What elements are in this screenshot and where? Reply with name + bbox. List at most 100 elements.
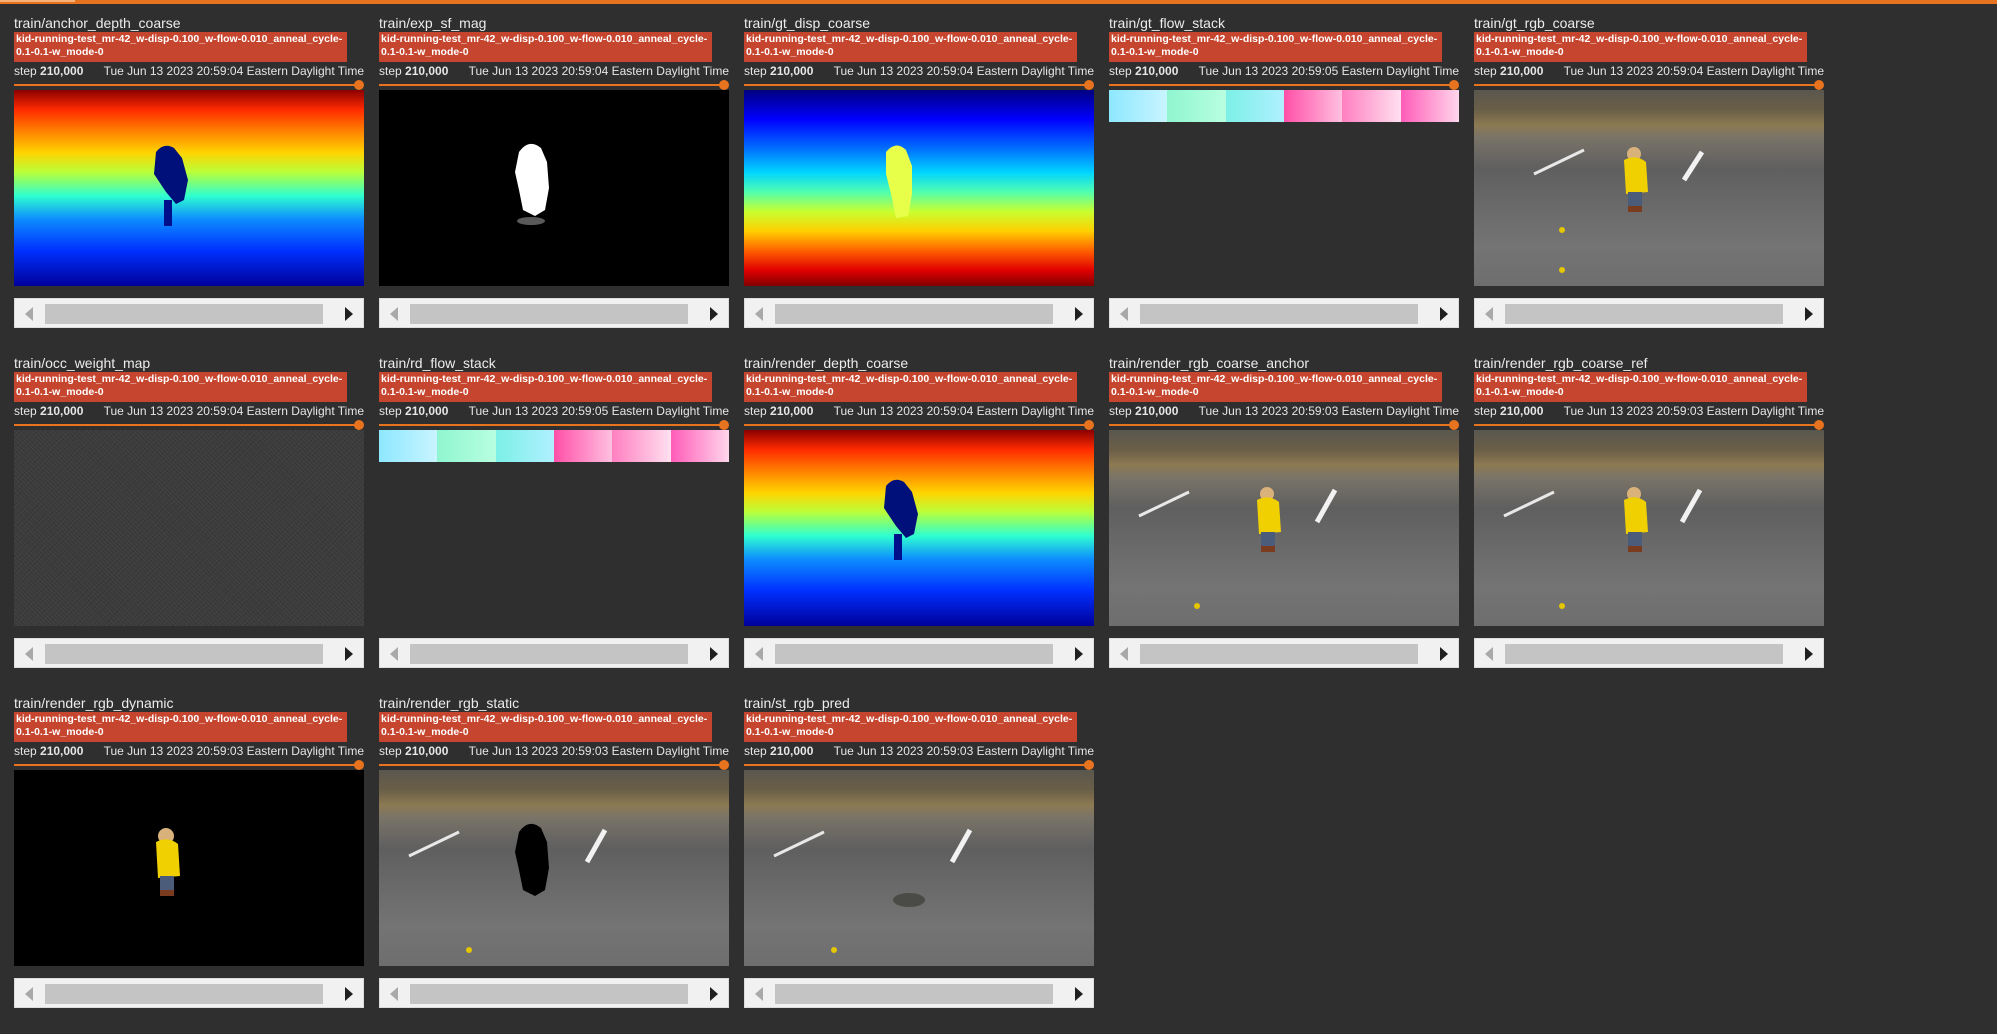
scroll-left-icon[interactable] — [755, 987, 763, 1001]
slider-knob[interactable] — [1449, 420, 1459, 430]
slider-knob[interactable] — [1084, 80, 1094, 90]
slider-knob[interactable] — [719, 760, 729, 770]
slider-knob[interactable] — [354, 420, 364, 430]
image-scrollbar[interactable] — [744, 978, 1094, 1008]
step-value: 210,000 — [40, 744, 84, 758]
card-image — [1109, 430, 1459, 626]
scroll-left-icon[interactable] — [755, 647, 763, 661]
slider-knob[interactable] — [1449, 80, 1459, 90]
image-scrollbar[interactable] — [14, 638, 364, 668]
scroll-right-icon[interactable] — [1075, 647, 1083, 661]
scroll-right-icon[interactable] — [345, 987, 353, 1001]
step-slider[interactable] — [744, 80, 1094, 90]
card-meta: step 210,000 Tue Jun 13 2023 20:59:04 Ea… — [14, 404, 364, 418]
scroll-thumb[interactable] — [410, 304, 688, 324]
step-slider[interactable] — [1109, 420, 1459, 430]
step-slider[interactable] — [379, 420, 729, 430]
scroll-right-icon[interactable] — [710, 987, 718, 1001]
scroll-thumb[interactable] — [410, 984, 688, 1004]
scroll-right-icon[interactable] — [1075, 307, 1083, 321]
timestamp: Tue Jun 13 2023 20:59:04 Eastern Dayligh… — [103, 404, 364, 418]
slider-knob[interactable] — [1084, 420, 1094, 430]
scroll-thumb[interactable] — [45, 304, 323, 324]
scroll-left-icon[interactable] — [390, 987, 398, 1001]
scroll-left-icon[interactable] — [390, 307, 398, 321]
image-scrollbar[interactable] — [744, 298, 1094, 328]
card-image — [1474, 90, 1824, 286]
image-scrollbar[interactable] — [379, 978, 729, 1008]
scroll-left-icon[interactable] — [25, 987, 33, 1001]
slider-knob[interactable] — [719, 420, 729, 430]
image-card: train/render_rgb_coarse_anchor kid-runni… — [1109, 354, 1459, 694]
step-slider[interactable] — [744, 760, 1094, 770]
scroll-right-icon[interactable] — [1805, 307, 1813, 321]
scroll-thumb[interactable] — [775, 984, 1053, 1004]
scroll-right-icon[interactable] — [345, 647, 353, 661]
scroll-thumb[interactable] — [1140, 644, 1418, 664]
scroll-right-icon[interactable] — [345, 307, 353, 321]
slider-knob[interactable] — [354, 80, 364, 90]
scroll-thumb[interactable] — [45, 984, 323, 1004]
step-slider[interactable] — [1474, 80, 1824, 90]
scroll-left-icon[interactable] — [1485, 647, 1493, 661]
card-meta: step 210,000 Tue Jun 13 2023 20:59:03 Ea… — [1109, 404, 1459, 418]
scroll-thumb[interactable] — [410, 644, 688, 664]
step-slider[interactable] — [1109, 80, 1459, 90]
scroll-thumb[interactable] — [1505, 644, 1783, 664]
scroll-thumb[interactable] — [45, 644, 323, 664]
scroll-left-icon[interactable] — [755, 307, 763, 321]
step-slider[interactable] — [744, 420, 1094, 430]
image-scrollbar[interactable] — [1109, 298, 1459, 328]
image-card: train/render_rgb_static kid-running-test… — [379, 694, 729, 1034]
scroll-right-icon[interactable] — [1075, 987, 1083, 1001]
scroll-thumb[interactable] — [775, 304, 1053, 324]
card-title: train/occ_weight_map — [14, 355, 151, 371]
scroll-thumb[interactable] — [1505, 304, 1783, 324]
timestamp: Tue Jun 13 2023 20:59:04 Eastern Dayligh… — [468, 64, 729, 78]
timestamp: Tue Jun 13 2023 20:59:04 Eastern Dayligh… — [103, 64, 364, 78]
scroll-thumb[interactable] — [1140, 304, 1418, 324]
card-image — [14, 770, 364, 966]
slider-knob[interactable] — [719, 80, 729, 90]
step-value: 210,000 — [405, 64, 449, 78]
image-scrollbar[interactable] — [379, 298, 729, 328]
scroll-right-icon[interactable] — [710, 307, 718, 321]
card-image — [379, 770, 729, 966]
image-scrollbar[interactable] — [379, 638, 729, 668]
run-tag: kid-running-test_mr-42_w-disp-0.100_w-fl… — [744, 32, 1077, 62]
scroll-left-icon[interactable] — [390, 647, 398, 661]
timestamp: Tue Jun 13 2023 20:59:04 Eastern Dayligh… — [1563, 64, 1824, 78]
card-title: train/render_rgb_dynamic — [14, 695, 174, 711]
image-scrollbar[interactable] — [1474, 298, 1824, 328]
scroll-right-icon[interactable] — [710, 647, 718, 661]
step-slider[interactable] — [379, 80, 729, 90]
timestamp: Tue Jun 13 2023 20:59:03 Eastern Dayligh… — [103, 744, 364, 758]
scroll-right-icon[interactable] — [1805, 647, 1813, 661]
step-slider[interactable] — [14, 760, 364, 770]
image-scrollbar[interactable] — [1474, 638, 1824, 668]
scroll-left-icon[interactable] — [1485, 307, 1493, 321]
scroll-left-icon[interactable] — [25, 307, 33, 321]
slider-knob[interactable] — [1814, 420, 1824, 430]
step-slider[interactable] — [379, 760, 729, 770]
step-value: 210,000 — [1500, 64, 1544, 78]
scroll-left-icon[interactable] — [1120, 307, 1128, 321]
scroll-left-icon[interactable] — [25, 647, 33, 661]
image-card: train/gt_disp_coarse kid-running-test_mr… — [744, 14, 1094, 354]
scroll-right-icon[interactable] — [1440, 647, 1448, 661]
scroll-left-icon[interactable] — [1120, 647, 1128, 661]
step-slider[interactable] — [14, 420, 364, 430]
card-meta: step 210,000 Tue Jun 13 2023 20:59:03 Ea… — [379, 744, 729, 758]
image-scrollbar[interactable] — [14, 298, 364, 328]
step-slider[interactable] — [14, 80, 364, 90]
scroll-thumb[interactable] — [775, 644, 1053, 664]
image-scrollbar[interactable] — [1109, 638, 1459, 668]
slider-knob[interactable] — [1084, 760, 1094, 770]
slider-knob[interactable] — [354, 760, 364, 770]
step-slider[interactable] — [1474, 420, 1824, 430]
scroll-right-icon[interactable] — [1440, 307, 1448, 321]
image-scrollbar[interactable] — [14, 978, 364, 1008]
image-card: train/gt_flow_stack kid-running-test_mr-… — [1109, 14, 1459, 354]
image-scrollbar[interactable] — [744, 638, 1094, 668]
slider-knob[interactable] — [1814, 80, 1824, 90]
